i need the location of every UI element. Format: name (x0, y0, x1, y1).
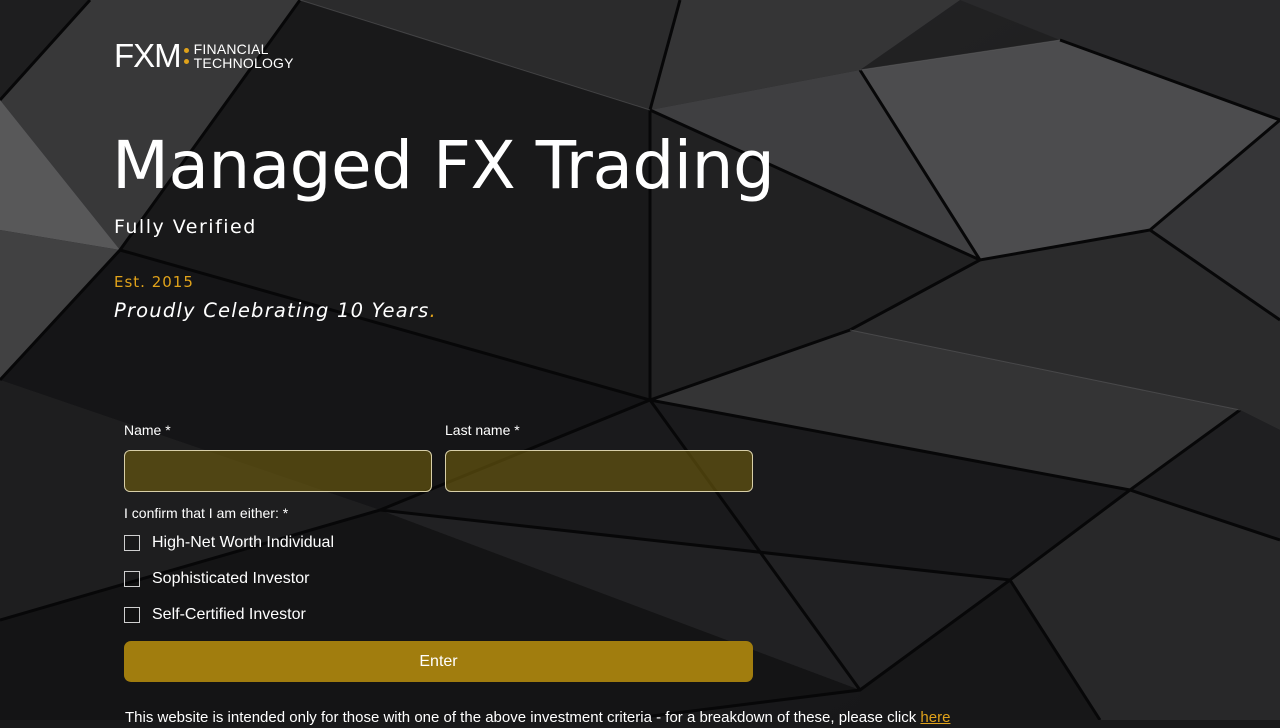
logo-line-2: TECHNOLOGY (193, 55, 294, 71)
option-high-net-worth[interactable]: High-Net Worth Individual (124, 533, 334, 553)
established-text: Est. 2015 (114, 273, 194, 291)
celebration-text: Proudly Celebrating 10 Years. (114, 299, 437, 322)
checkbox[interactable] (124, 571, 140, 587)
name-label: Name * (124, 422, 171, 438)
logo-mark: FXM (114, 37, 182, 74)
enter-button[interactable]: Enter (124, 641, 753, 682)
logo-dots-icon (183, 48, 189, 64)
disclaimer-text: This website is intended only for those … (125, 708, 950, 728)
checkbox[interactable] (124, 535, 140, 551)
page-subtitle: Fully Verified (114, 216, 257, 238)
option-self-certified-investor[interactable]: Self-Certified Investor (124, 605, 306, 625)
celebration-label: Proudly Celebrating 10 Years (114, 299, 430, 322)
confirm-label: I confirm that I am either: * (124, 505, 289, 521)
page-title: Managed FX Trading (112, 127, 775, 204)
option-label: Sophisticated Investor (152, 570, 310, 587)
option-label: High-Net Worth Individual (152, 534, 335, 551)
last-name-label: Last name * (445, 422, 520, 438)
last-name-input[interactable] (445, 450, 753, 492)
brand-logo[interactable]: FXM FINANCIAL TECHNOLOGY (114, 38, 294, 74)
option-label: Self-Certified Investor (152, 606, 306, 623)
logo-text: FINANCIAL TECHNOLOGY (194, 42, 294, 70)
logo-line-1: FINANCIAL (193, 41, 269, 57)
name-input[interactable] (124, 450, 432, 492)
disclaimer-body: This website is intended only for those … (125, 709, 921, 726)
disclaimer-link[interactable]: here (920, 709, 950, 726)
checkbox[interactable] (124, 607, 140, 623)
celebration-period: . (429, 299, 437, 322)
option-sophisticated-investor[interactable]: Sophisticated Investor (124, 569, 309, 589)
